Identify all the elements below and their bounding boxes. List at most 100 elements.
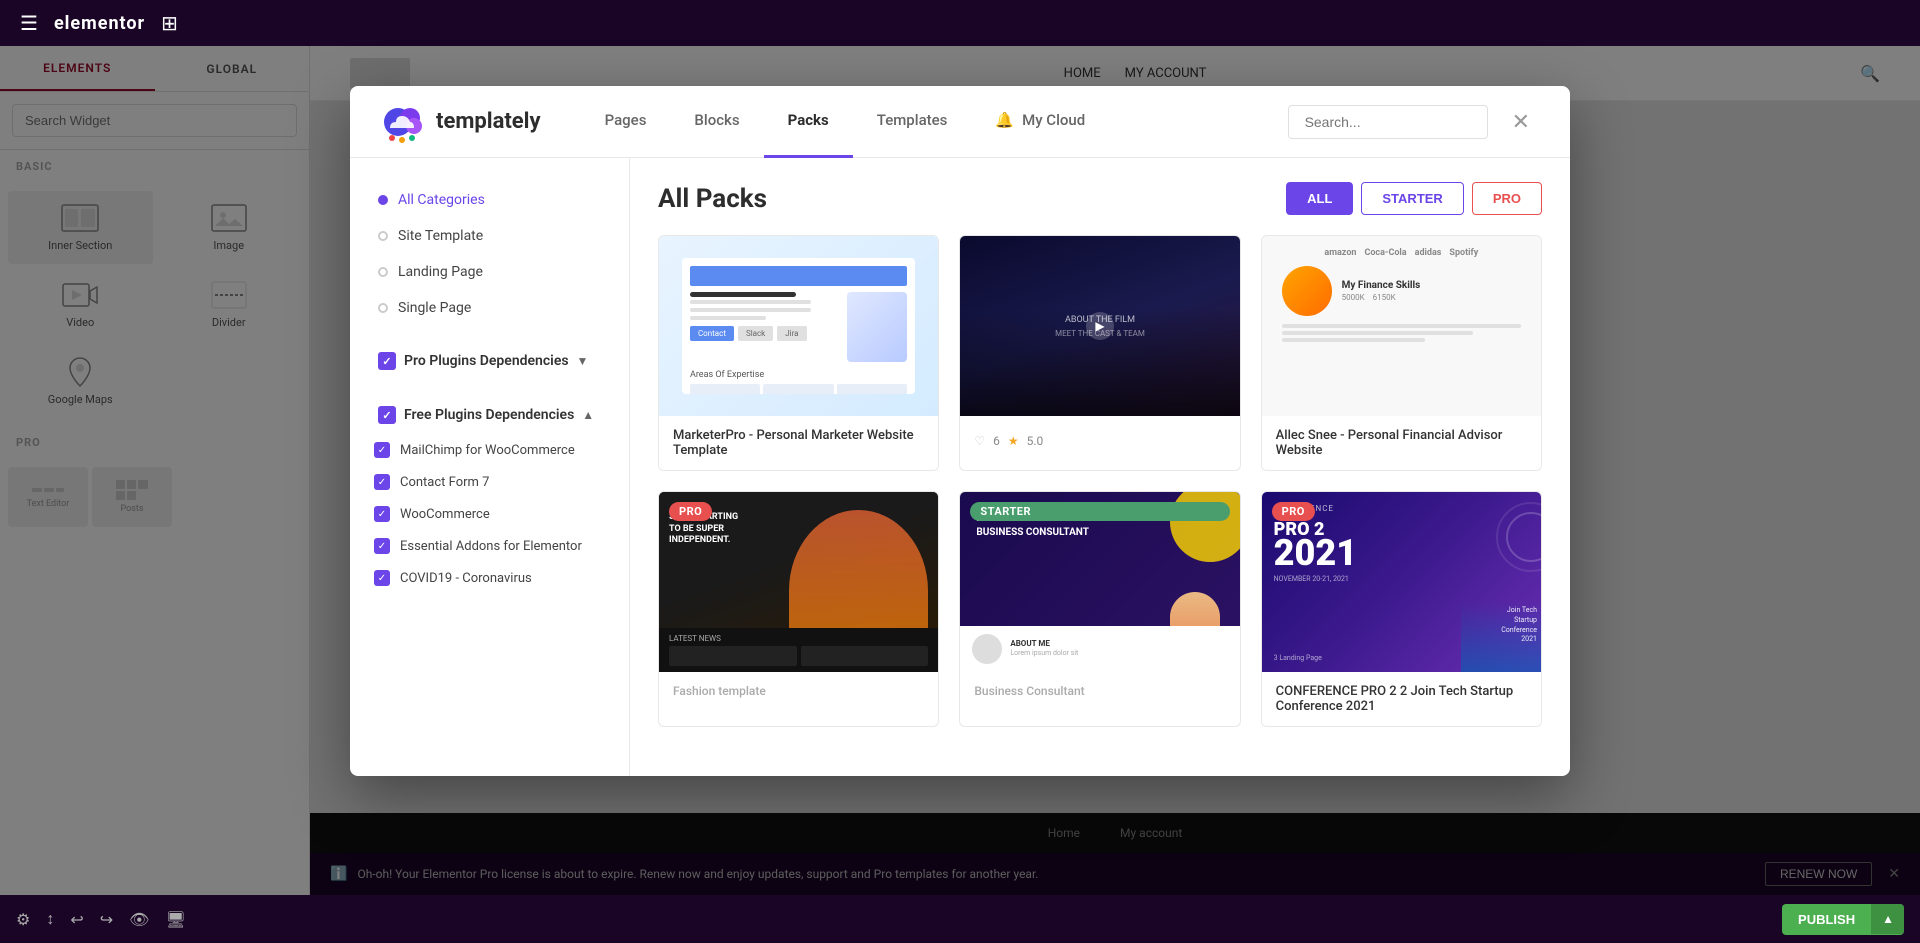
- template-card-image-marketer: Contact Slack Jira Areas Of Expertis: [659, 236, 938, 416]
- badge-pro-fashion: PRO: [669, 502, 712, 521]
- top-bar: ☰ elementor ⊞: [0, 0, 1920, 46]
- template-card-title-marketer: MarketerPro - Personal Marketer Website …: [673, 428, 924, 458]
- packs-header: All Packs ALL STARTER PRO: [658, 182, 1542, 215]
- free-plugins-header[interactable]: ✓ Free Plugins Dependencies ▲: [370, 396, 609, 434]
- badge-pro-conference: PRO: [1272, 502, 1315, 521]
- filter-starter-button[interactable]: STARTER: [1361, 182, 1463, 215]
- modal-close-button[interactable]: ✕: [1504, 105, 1538, 139]
- consultant-preview: PROFESSIONALBUSINESS CONSULTANT ABOUT ME: [960, 492, 1239, 672]
- template-card-conference[interactable]: CONFERENCE PRO 2 2021 NOVEMBER 20-21, 20…: [1261, 491, 1542, 727]
- redo-icon[interactable]: ↪: [100, 910, 113, 929]
- filter-all-button[interactable]: ALL: [1286, 182, 1353, 215]
- responsive-icon[interactable]: ↕: [46, 909, 54, 929]
- template-card-image-film: ABOUT THE FILM MEET THE CAST & TEAM ▶: [960, 236, 1239, 416]
- radio-single-page: [378, 303, 388, 313]
- free-plugins-filter: ✓ Free Plugins Dependencies ▲ ✓ MailChim…: [350, 396, 629, 594]
- publish-dropdown-arrow[interactable]: ▲: [1871, 904, 1904, 934]
- radio-all: [378, 195, 388, 205]
- filter-pro-button[interactable]: PRO: [1472, 182, 1542, 215]
- marketer-preview: Contact Slack Jira Areas Of Expertis: [659, 236, 938, 416]
- packs-title: All Packs: [658, 184, 767, 214]
- preview-icon[interactable]: 👁: [129, 910, 149, 929]
- contact-form-checkbox: ✓: [374, 474, 390, 490]
- elementor-logo: elementor: [54, 13, 145, 34]
- category-landing-page[interactable]: Landing Page: [350, 254, 629, 290]
- template-card-title-fashion: Fashion template: [673, 684, 924, 698]
- filter-contact-form[interactable]: ✓ Contact Form 7: [370, 466, 609, 498]
- template-card-footer-film: ♡ 6 ★ 5.0: [960, 416, 1239, 460]
- pro-plugins-header[interactable]: ✓ Pro Plugins Dependencies ▼: [370, 342, 609, 380]
- conference-year: 2021: [1274, 535, 1529, 571]
- filter-woocommerce[interactable]: ✓ WooCommerce: [370, 498, 609, 530]
- template-card-footer-consultant: Business Consultant: [960, 672, 1239, 710]
- template-card-footer-conference: CONFERENCE PRO 2 2 Join Tech Startup Con…: [1262, 672, 1541, 726]
- template-card-film[interactable]: ABOUT THE FILM MEET THE CAST & TEAM ▶ ♡ …: [959, 235, 1240, 471]
- bottom-bar-left: ⚙ ↕ ↩ ↪ 👁 🖥: [16, 909, 186, 929]
- cloud-bell-icon: 🔔: [995, 111, 1014, 129]
- filter-buttons: ALL STARTER PRO: [1286, 182, 1542, 215]
- template-card-image-fashion: SHE'S STARTINGTO BE SUPERINDEPENDENT. Sh…: [659, 492, 938, 672]
- modal-body: All Categories Site Template Landing Pag…: [350, 158, 1570, 776]
- modal-search-input[interactable]: [1288, 105, 1488, 139]
- woocommerce-checkbox: ✓: [374, 506, 390, 522]
- free-plugins-checkbox: ✓: [378, 406, 396, 424]
- templately-logo: templately: [382, 100, 541, 144]
- badge-starter-consultant: STARTER: [970, 502, 1229, 521]
- template-card-fashion[interactable]: SHE'S STARTINGTO BE SUPERINDEPENDENT. Sh…: [658, 491, 939, 727]
- template-grid: Contact Slack Jira Areas Of Expertis: [658, 235, 1542, 727]
- template-card-title-consultant: Business Consultant: [974, 684, 1225, 698]
- modal-header: templately Pages Blocks Packs Templates …: [350, 86, 1570, 158]
- nav-packs[interactable]: Packs: [764, 86, 853, 158]
- template-card-footer-marketer: MarketerPro - Personal Marketer Website …: [659, 416, 938, 470]
- rating-value: 5.0: [1027, 434, 1044, 448]
- bottom-bar: ⚙ ↕ ↩ ↪ 👁 🖥 PUBLISH ▲: [0, 895, 1920, 943]
- conference-date: NOVEMBER 20-21, 2021: [1274, 575, 1529, 583]
- pro-plugins-filter: ✓ Pro Plugins Dependencies ▼: [350, 342, 629, 380]
- templately-logo-icon: [382, 100, 426, 144]
- modal-main-inner: All Packs ALL STARTER PRO: [630, 158, 1570, 751]
- template-card-image-conference: CONFERENCE PRO 2 2021 NOVEMBER 20-21, 20…: [1262, 492, 1541, 672]
- essential-addons-checkbox: ✓: [374, 538, 390, 554]
- category-all[interactable]: All Categories: [350, 182, 629, 218]
- templately-modal: templately Pages Blocks Packs Templates …: [350, 86, 1570, 776]
- template-card-marketer[interactable]: Contact Slack Jira Areas Of Expertis: [658, 235, 939, 471]
- template-card-title-finance: Allec Snee - Personal Financial Advisor …: [1276, 428, 1527, 458]
- filter-covid19[interactable]: ✓ COVID19 - Coronavirus: [370, 562, 609, 594]
- desktop-icon[interactable]: 🖥: [165, 910, 185, 929]
- modal-nav: Pages Blocks Packs Templates 🔔 My Cloud: [581, 86, 1288, 158]
- template-card-title-conference: CONFERENCE PRO 2 2 Join Tech Startup Con…: [1276, 684, 1527, 714]
- nav-templates[interactable]: Templates: [853, 86, 972, 158]
- star-icon: ★: [1008, 434, 1019, 448]
- filter-essential-addons[interactable]: ✓ Essential Addons for Elementor: [370, 530, 609, 562]
- heart-icon: ♡: [974, 434, 985, 448]
- template-card-image-consultant: PROFESSIONALBUSINESS CONSULTANT ABOUT ME: [960, 492, 1239, 672]
- filter-mailchimp[interactable]: ✓ MailChimp for WooCommerce: [370, 434, 609, 466]
- undo-icon[interactable]: ↩: [70, 910, 83, 929]
- covid19-checkbox: ✓: [374, 570, 390, 586]
- top-bar-left: ☰ elementor ⊞: [20, 11, 178, 35]
- radio-landing-page: [378, 267, 388, 277]
- nav-pages[interactable]: Pages: [581, 86, 671, 158]
- template-card-footer-finance: Allec Snee - Personal Financial Advisor …: [1262, 416, 1541, 470]
- template-card-footer-fashion: Fashion template: [659, 672, 938, 710]
- free-plugins-arrow: ▲: [582, 408, 594, 422]
- templately-logo-text: templately: [436, 109, 541, 134]
- nav-my-cloud[interactable]: 🔔 My Cloud: [971, 86, 1109, 158]
- template-card-meta-film: ♡ 6 ★ 5.0: [974, 434, 1225, 448]
- template-card-consultant[interactable]: PROFESSIONALBUSINESS CONSULTANT ABOUT ME: [959, 491, 1240, 727]
- category-single-page[interactable]: Single Page: [350, 290, 629, 326]
- publish-label: PUBLISH: [1782, 904, 1871, 935]
- publish-button[interactable]: PUBLISH ▲: [1782, 904, 1904, 935]
- nav-blocks[interactable]: Blocks: [670, 86, 763, 158]
- template-card-image-finance: amazon Coca-Cola adidas Spotify My Fin: [1262, 236, 1541, 416]
- modal-main: All Packs ALL STARTER PRO: [630, 158, 1570, 776]
- film-content: ABOUT THE FILM MEET THE CAST & TEAM: [1055, 315, 1145, 338]
- template-card-finance[interactable]: amazon Coca-Cola adidas Spotify My Fin: [1261, 235, 1542, 471]
- grid-icon[interactable]: ⊞: [161, 11, 178, 35]
- hamburger-icon[interactable]: ☰: [20, 11, 38, 35]
- pro-plugins-arrow: ▼: [577, 354, 589, 368]
- finance-preview: amazon Coca-Cola adidas Spotify My Fin: [1262, 236, 1541, 416]
- finance-logos: amazon Coca-Cola adidas Spotify: [1274, 248, 1529, 258]
- settings-icon[interactable]: ⚙: [16, 910, 30, 929]
- category-site-template[interactable]: Site Template: [350, 218, 629, 254]
